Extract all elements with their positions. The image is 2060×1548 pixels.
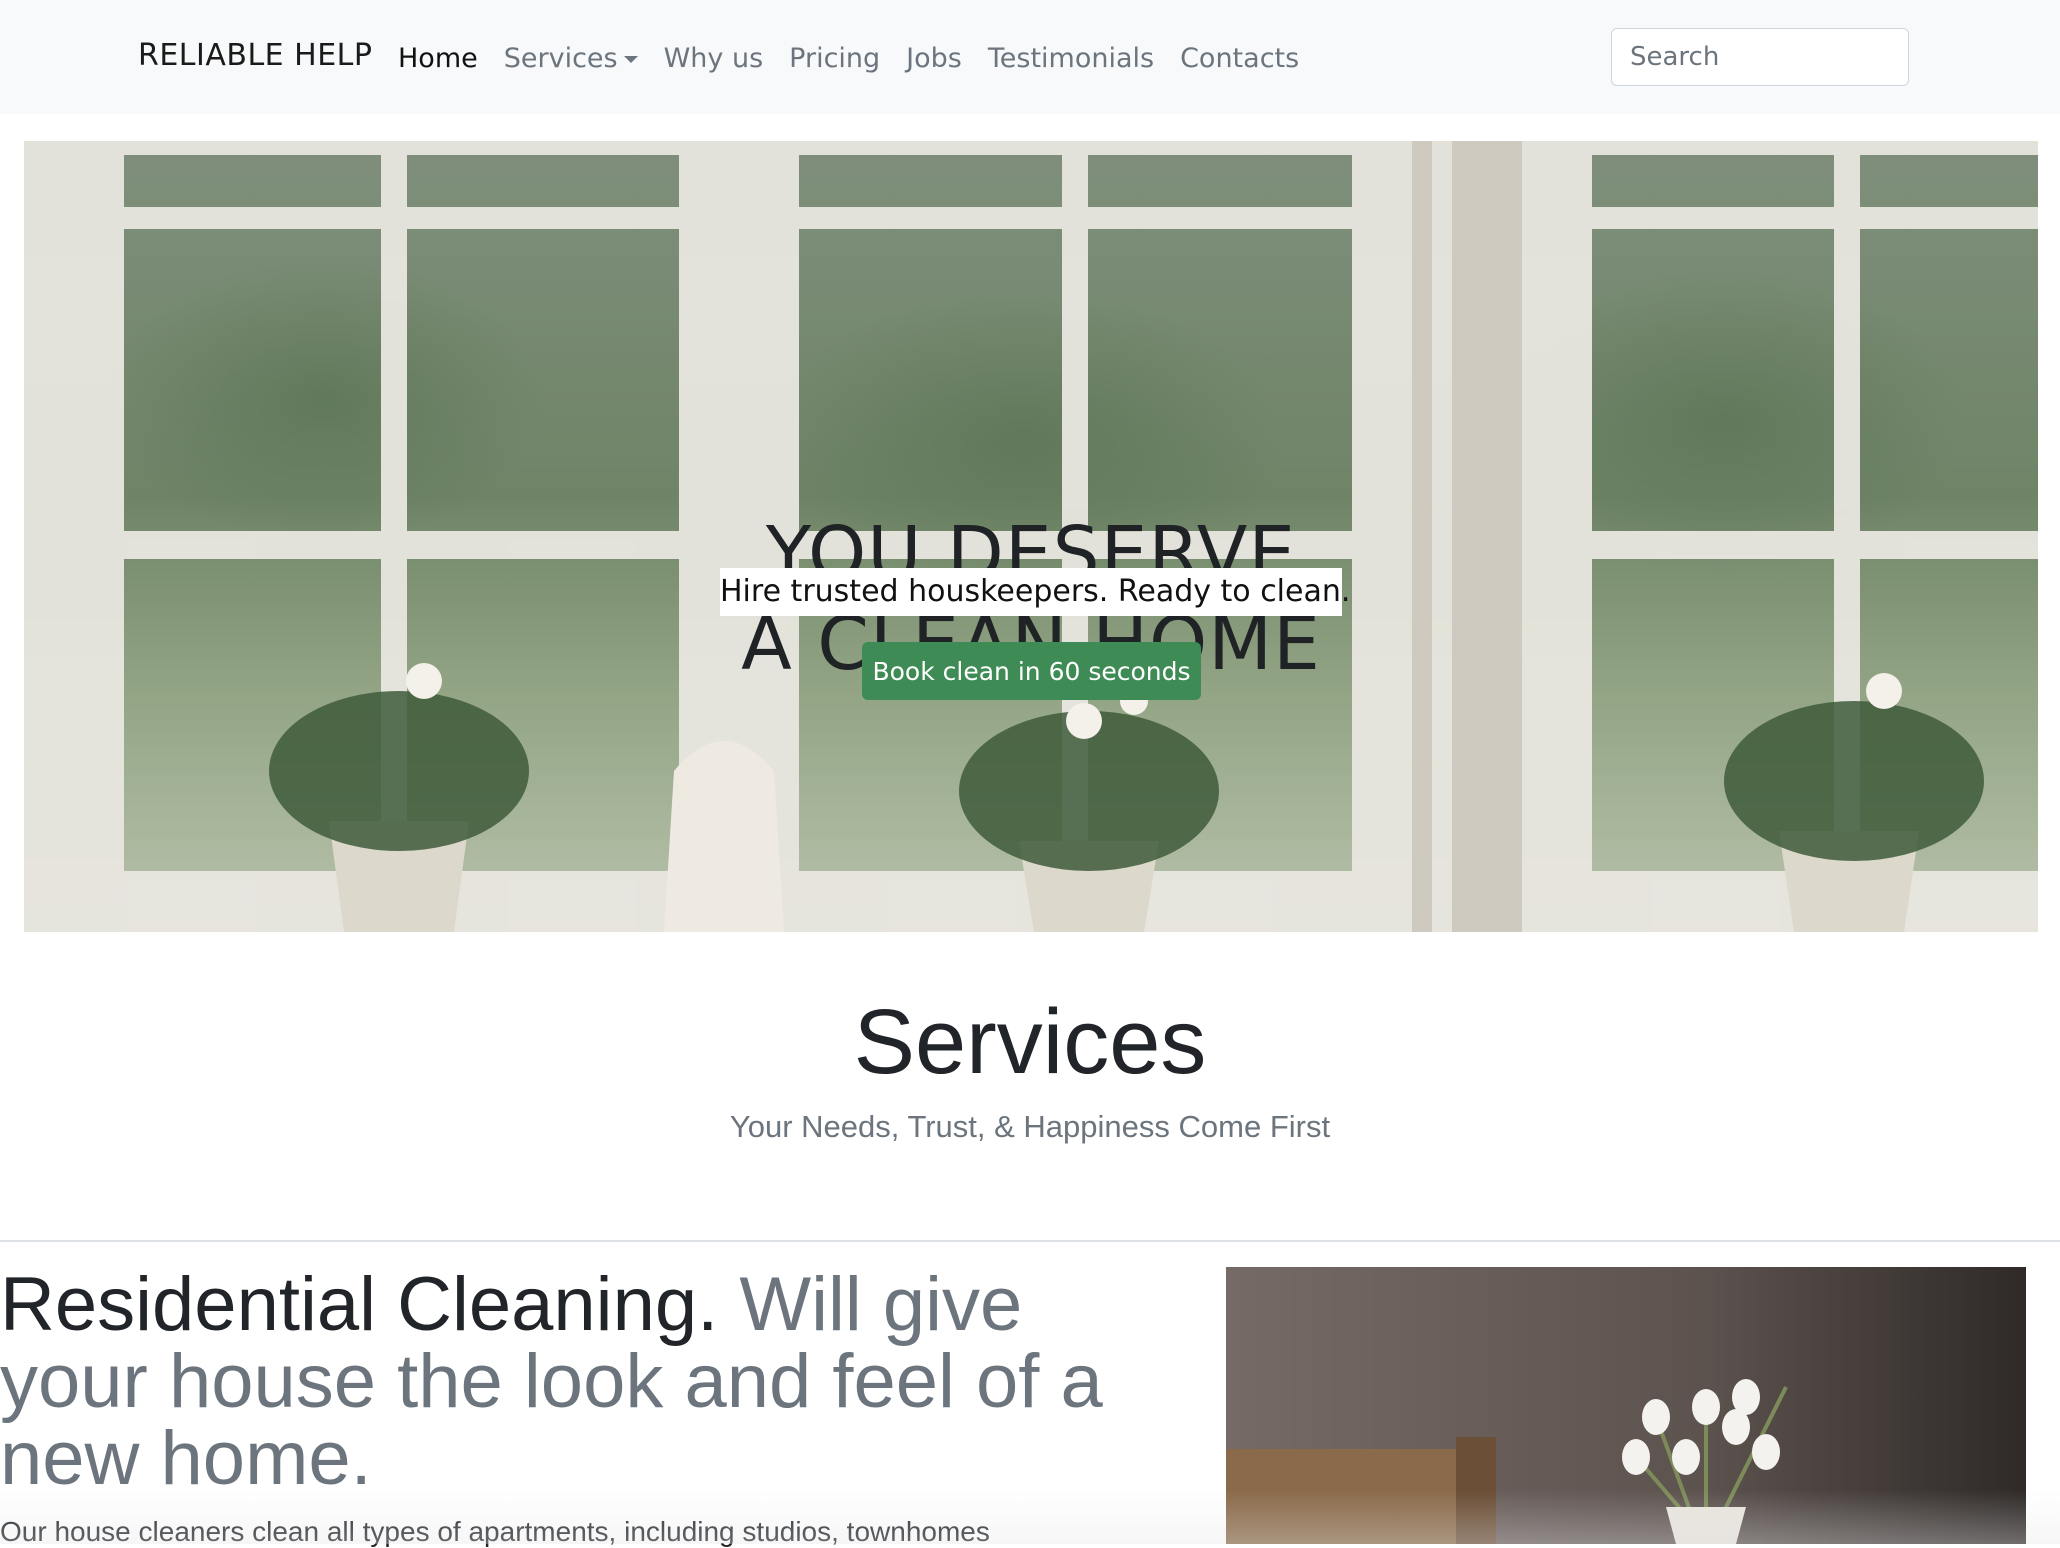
nav-services-dropdown[interactable]: Services [504,43,638,74]
services-title: Services [853,991,1207,1093]
nav-services-label: Services [503,42,618,74]
hero-banner: YOU DESERVE A CLEAN HOME Hire trusted ho… [24,141,2038,932]
nav-jobs[interactable]: Jobs [906,43,962,74]
services-subtitle: Your Needs, Trust, & Happiness Come Firs… [729,1109,1331,1144]
brand-logo[interactable]: RELIABLE HELP [138,38,373,73]
nav-menu: Home Services Why us Pricing Jobs Testim… [398,38,1299,78]
tulips-photo [1226,1267,2026,1544]
feature-text: Our house cleaners clean all types of ap… [0,1516,990,1547]
feature-heading-strong: Residential Cleaning. [0,1262,719,1347]
hero-subtitle: Hire trusted houskeepers. Ready to clean… [720,568,1350,616]
book-clean-button[interactable]: Book clean in 60 seconds [862,642,1201,700]
search-input[interactable] [1611,28,1909,86]
navbar: RELIABLE HELP Home Services Why us Prici… [0,0,2060,114]
nav-testimonials[interactable]: Testimonials [988,43,1154,74]
feature-image [1226,1267,2026,1544]
nav-home[interactable]: Home [398,43,478,74]
section-divider [0,1240,2060,1242]
nav-pricing[interactable]: Pricing [789,43,880,74]
nav-why-us[interactable]: Why us [664,43,764,74]
feature-heading: Residential Cleaning. Will give your hou… [0,1266,1190,1497]
nav-contacts[interactable]: Contacts [1180,43,1299,74]
caret-down-icon [623,55,638,63]
